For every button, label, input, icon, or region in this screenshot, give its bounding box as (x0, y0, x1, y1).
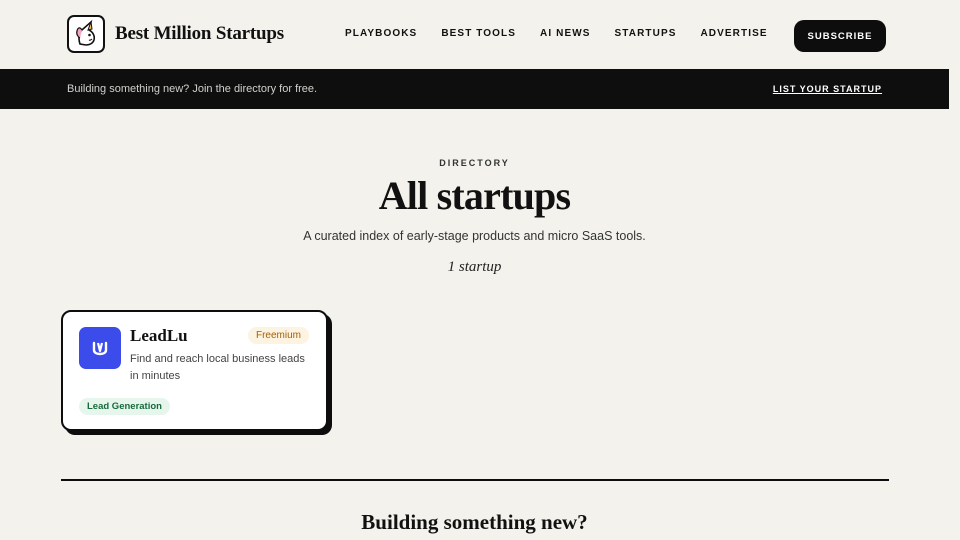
startup-card[interactable]: LeadLu Freemium Find and reach local bus… (61, 310, 328, 431)
page-title: All startups (378, 173, 571, 218)
category-tag[interactable]: Lead Generation (79, 398, 170, 415)
main-nav: PLAYBOOKS BEST TOOLS AI NEWS STARTUPS AD… (345, 28, 792, 39)
brand-logo[interactable]: Best Million Startups (67, 15, 284, 53)
nav-ai-news[interactable]: AI NEWS (540, 28, 590, 39)
leadlu-logo-icon (79, 327, 121, 369)
section-eyebrow: DIRECTORY (439, 158, 510, 168)
announcement-banner: Building something new? Join the directo… (0, 69, 949, 109)
nav-startups[interactable]: STARTUPS (615, 28, 677, 39)
nav-advertise[interactable]: ADVERTISE (700, 28, 767, 39)
section-divider (61, 479, 889, 481)
list-your-startup-link[interactable]: LIST YOUR STARTUP (773, 84, 882, 94)
page-subtitle: A curated index of early-stage products … (303, 229, 646, 243)
startup-name: LeadLu (130, 326, 188, 345)
startup-count: 1 startup (447, 259, 502, 275)
nav-best-tools[interactable]: BEST TOOLS (441, 28, 516, 39)
unicorn-icon (67, 15, 105, 53)
startup-description: Find and reach local business leads in m… (130, 353, 305, 382)
site-header: Best Million Startups PLAYBOOKS BEST TOO… (0, 0, 960, 69)
nav-playbooks[interactable]: PLAYBOOKS (345, 28, 417, 39)
subscribe-button[interactable]: SUBSCRIBE (794, 20, 886, 52)
cta-title: Building something new? (361, 510, 588, 534)
pricing-badge: Freemium (247, 327, 309, 344)
brand-name: Best Million Startups (115, 23, 284, 44)
banner-text: Building something new? Join the directo… (67, 83, 318, 95)
